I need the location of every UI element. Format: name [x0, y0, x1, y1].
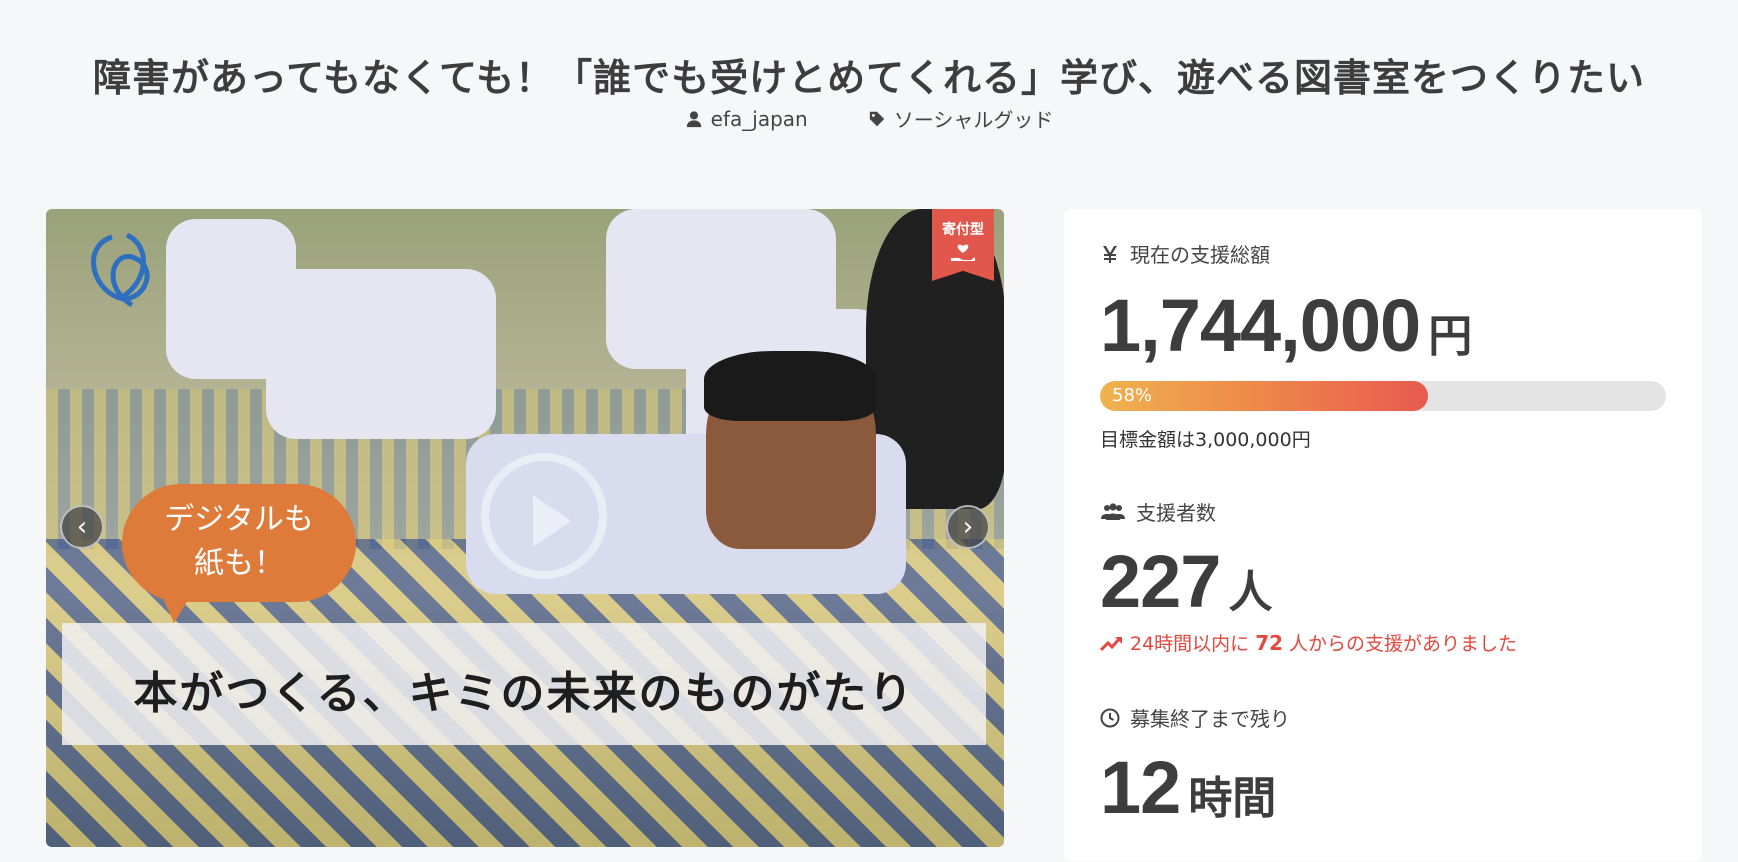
progress-fill: 58% [1100, 381, 1429, 411]
child-hair [704, 351, 876, 421]
badge-label: 寄付型 [942, 222, 984, 238]
project-image-carousel[interactable]: 寄付型 デジタルも 紙も！ 本がつくる、キミの未来のものがたり ‹ › [46, 209, 1004, 847]
users-icon [1101, 502, 1125, 520]
supporters-label: 支援者数 [1136, 501, 1216, 525]
supporters-label-row: 支援者数 [1100, 497, 1216, 526]
supporters-count-row: 227 人 [1100, 539, 1272, 624]
recent-prefix: 24時間以内に [1130, 633, 1250, 655]
total-label: 現在の支援総額 [1130, 243, 1270, 267]
remaining-unit: 時間 [1188, 774, 1277, 823]
donation-type-badge: 寄付型 [932, 209, 994, 281]
play-video-button[interactable] [481, 453, 607, 579]
supporters-count: 227 [1100, 540, 1221, 623]
remaining-label: 募集終了まで残り [1130, 707, 1290, 731]
category-name: ソーシャルグッド [893, 108, 1054, 132]
total-label-row: 現在の支援総額 [1100, 239, 1270, 268]
supporters-unit: 人 [1228, 568, 1273, 617]
project-title: 障害があってもなくても！「誰でも受けとめてくれる」学び、遊べる図書室をつくりたい [92, 56, 1646, 101]
remaining-value: 12 [1100, 746, 1181, 829]
author-name: efa_japan [710, 106, 808, 131]
child-figure [266, 269, 496, 439]
bubble-line-2: 紙も！ [194, 546, 284, 581]
total-amount: 1,744,000 [1100, 284, 1421, 367]
carousel-prev-button[interactable]: ‹ [60, 505, 104, 549]
total-unit: 円 [1428, 312, 1473, 361]
clock-icon [1100, 708, 1120, 727]
yen-icon [1103, 245, 1117, 263]
speech-bubble-tail [158, 587, 196, 623]
author-link[interactable]: efa_japan [685, 104, 808, 133]
recent-suffix: 人からの支援がありました [1289, 633, 1518, 655]
heart-hand-icon [951, 244, 975, 261]
category-link[interactable]: ソーシャルグッド [868, 104, 1054, 133]
bubble-line-1: デジタルも [164, 502, 314, 537]
carousel-next-button[interactable]: › [946, 505, 990, 549]
goal-amount: 目標金額は3,000,000円 [1100, 429, 1311, 451]
funding-progress-bar: 58% [1100, 381, 1666, 411]
recent-support-note: 24時間以内に 72 人からの支援がありました [1100, 629, 1517, 656]
total-amount-row: 1,744,000 円 [1100, 283, 1472, 368]
project-meta: efa_japan ソーシャルグッド [0, 104, 1738, 133]
speech-bubble: デジタルも 紙も！ [122, 484, 356, 602]
remaining-label-row: 募集終了まで残り [1100, 703, 1290, 732]
remaining-time-row: 12 時間 [1100, 745, 1276, 830]
tag-icon [869, 111, 884, 126]
trend-up-icon [1100, 636, 1122, 651]
chevron-left-icon: ‹ [76, 512, 88, 542]
organization-logo [91, 232, 150, 308]
funding-stats-panel: 現在の支援総額 1,744,000 円 58% 目標金額は3,000,000円 … [1064, 209, 1702, 861]
user-icon [686, 110, 701, 127]
image-caption: 本がつくる、キミの未来のものがたり [133, 668, 915, 719]
chevron-right-icon: › [962, 512, 974, 542]
recent-count: 72 [1255, 630, 1284, 655]
